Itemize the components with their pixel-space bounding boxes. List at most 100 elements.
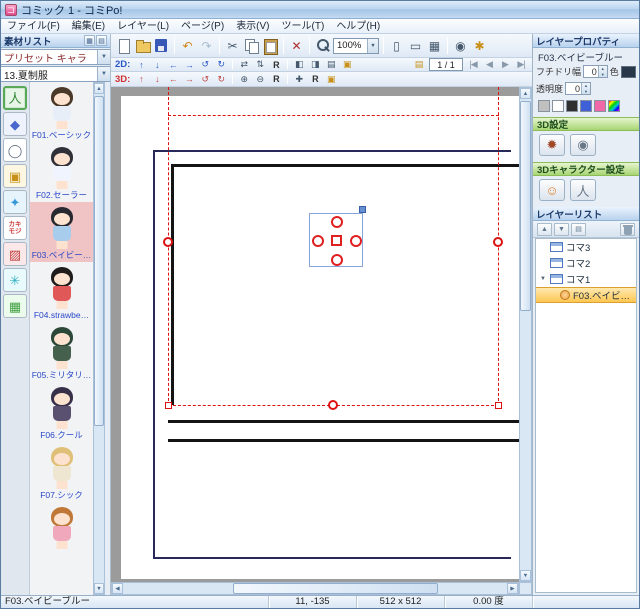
flip-vertical-button[interactable]: ⇅ — [252, 59, 268, 71]
category-kakimoji[interactable]: カキモジ — [3, 216, 27, 240]
move-left-2d-button[interactable]: ← — [165, 59, 181, 71]
spinner-arrows[interactable]: ▲▼ — [581, 83, 590, 94]
move-left-3d-button[interactable]: ← — [165, 73, 181, 85]
next-page-button[interactable]: ▶ — [497, 59, 513, 71]
canvas-horizontal-scrollbar[interactable]: ◀ ▶ — [111, 582, 519, 595]
category-balloon[interactable]: ◯ — [3, 138, 27, 162]
widget-handle-up[interactable] — [331, 216, 343, 228]
scroll-up-icon[interactable]: ▲ — [94, 83, 104, 94]
cut-button[interactable]: ✂ — [223, 36, 242, 56]
delete-button[interactable]: ✕ — [287, 36, 306, 56]
outline-width-input[interactable]: 0 ▲▼ — [583, 65, 608, 78]
bring-front-button[interactable]: ◧ — [291, 59, 307, 71]
spinner-arrows[interactable]: ▲▼ — [598, 66, 607, 77]
snap-2d-button[interactable]: ▣ — [339, 59, 355, 71]
menu-item[interactable]: ページ(P) — [175, 19, 230, 34]
category-background[interactable]: ▦ — [3, 294, 27, 318]
character-transform-widget[interactable] — [309, 213, 363, 267]
costume-dropdown[interactable]: 13.夏制服 ▼ — [1, 66, 110, 82]
new-document-button[interactable] — [114, 36, 133, 56]
move-down-3d-button[interactable]: ↓ — [149, 73, 165, 85]
opacity-input[interactable]: 0 ▲▼ — [565, 82, 591, 95]
reset-3d-button[interactable]: R — [268, 73, 284, 85]
menu-item[interactable]: ヘルプ(H) — [330, 19, 386, 34]
page-settings-button[interactable]: ▤ — [411, 59, 427, 71]
flip-horizontal-button[interactable]: ⇄ — [236, 59, 252, 71]
delete-layer-button[interactable] — [620, 223, 635, 236]
scroll-down-icon[interactable]: ▼ — [94, 583, 104, 594]
first-page-button[interactable]: |◀ — [465, 59, 481, 71]
canvas-vertical-scrollbar[interactable]: ▲ ▼ — [519, 87, 532, 582]
widget-handle-down[interactable] — [331, 254, 343, 266]
settings-button[interactable]: ✱ — [470, 36, 489, 56]
category-character[interactable]: 人 — [3, 86, 27, 110]
layer-item[interactable]: コマ2 — [536, 255, 636, 271]
fit-page-button[interactable]: ▯ — [387, 36, 406, 56]
widget-rotate-handle[interactable] — [359, 206, 366, 213]
character-item[interactable]: F02.セーラー — [30, 142, 93, 202]
move-down-2d-button[interactable]: ↓ — [149, 59, 165, 71]
layer-item[interactable]: ▼コマ1 — [536, 271, 636, 287]
menu-item[interactable]: 編集(E) — [66, 19, 111, 34]
open-file-button[interactable] — [133, 36, 152, 56]
outline-color-white[interactable] — [552, 100, 564, 112]
outline-color-blue[interactable] — [580, 100, 592, 112]
category-image[interactable]: ✳ — [3, 268, 27, 292]
move-layer-down-button[interactable]: ▼ — [554, 223, 569, 236]
selection-handle-left[interactable] — [163, 237, 173, 247]
title-bar[interactable]: コ コミック 1 - コミPo! — [1, 1, 639, 19]
camera-settings-icon[interactable]: ◉ — [570, 134, 596, 156]
scroll-thumb[interactable] — [94, 96, 104, 426]
undo-button[interactable]: ↶ — [178, 36, 197, 56]
expression-icon[interactable]: ☺ — [539, 179, 565, 201]
preset-category-dropdown[interactable]: プリセット キャラ ▼ — [1, 49, 110, 65]
view-thumbnails-icon[interactable]: ▦ — [84, 35, 95, 46]
paste-button[interactable] — [261, 36, 280, 56]
character-item[interactable]: F01.ベーシック — [30, 82, 93, 142]
grid-toggle-button[interactable]: ▦ — [425, 36, 444, 56]
scroll-thumb[interactable] — [520, 101, 531, 311]
menu-item[interactable]: ツール(T) — [276, 19, 331, 34]
outline-color-gray[interactable] — [538, 100, 550, 112]
camera-reset-button[interactable]: R — [307, 73, 323, 85]
scroll-left-icon[interactable]: ◀ — [112, 583, 123, 594]
category-tone[interactable]: ▨ — [3, 242, 27, 266]
menu-item[interactable]: 表示(V) — [230, 19, 275, 34]
zoom-out-3d-button[interactable]: ⊖ — [252, 73, 268, 85]
layer-item[interactable]: F03.ベイビー… — [536, 287, 636, 303]
outline-color-custom[interactable] — [608, 100, 620, 112]
view-list-icon[interactable]: ▤ — [96, 35, 107, 46]
zoom-select[interactable]: 100%▼ — [333, 38, 379, 54]
character-item[interactable]: F04.strawbe… — [30, 262, 93, 322]
rotate-cw-3d-button[interactable]: ↻ — [213, 73, 229, 85]
widget-handle-left[interactable] — [312, 235, 324, 247]
category-effect[interactable]: ✦ — [3, 190, 27, 214]
rotate-cw-2d-button[interactable]: ↻ — [213, 59, 229, 71]
selection-handle-bottom-left[interactable] — [165, 402, 172, 409]
scroll-track[interactable] — [123, 583, 507, 594]
move-up-3d-button[interactable]: ↑ — [133, 73, 149, 85]
layer-item[interactable]: コマ3 — [536, 239, 636, 255]
last-page-button[interactable]: ▶| — [513, 59, 529, 71]
reset-2d-button[interactable]: R — [268, 59, 284, 71]
canvas[interactable] — [111, 87, 519, 582]
send-back-button[interactable]: ◨ — [307, 59, 323, 71]
capture-button[interactable]: ◉ — [451, 36, 470, 56]
collapse-arrow-icon[interactable]: ▼ — [539, 276, 547, 282]
zoom-in-3d-button[interactable]: ⊕ — [236, 73, 252, 85]
move-up-2d-button[interactable]: ↑ — [133, 59, 149, 71]
camera-move-button[interactable]: ✚ — [291, 73, 307, 85]
widget-handle-center[interactable] — [331, 235, 342, 246]
redo-button[interactable]: ↷ — [197, 36, 216, 56]
widget-handle-right[interactable] — [350, 235, 362, 247]
material-scrollbar[interactable]: ▲ ▼ — [93, 82, 105, 595]
pose-icon[interactable]: 人 — [570, 179, 596, 201]
scroll-thumb[interactable] — [233, 583, 438, 594]
character-item[interactable]: F07.シック — [30, 442, 93, 502]
chevron-down-icon[interactable]: ▼ — [97, 67, 110, 81]
outline-color-black[interactable] — [566, 100, 578, 112]
rotate-ccw-2d-button[interactable]: ↺ — [197, 59, 213, 71]
character-item[interactable]: F03.ベイビー… — [30, 202, 93, 262]
prev-page-button[interactable]: ◀ — [481, 59, 497, 71]
zoom-tool-button[interactable] — [313, 36, 332, 56]
